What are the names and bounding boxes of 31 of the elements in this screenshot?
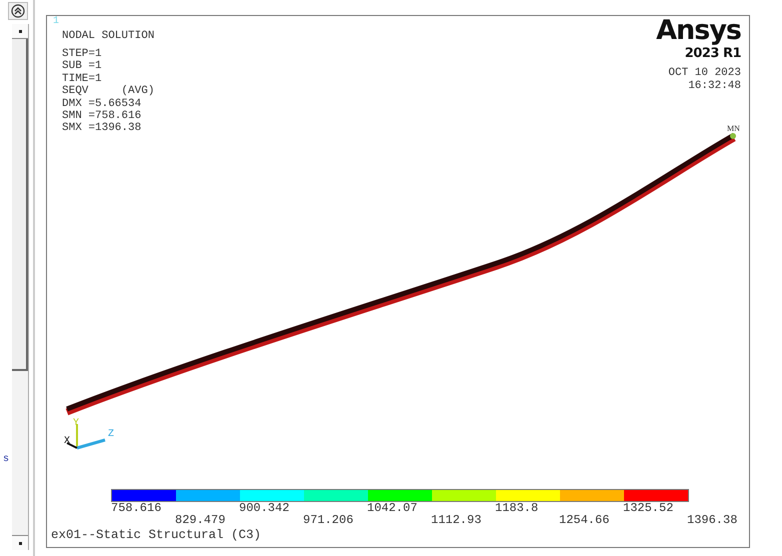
double-chevron-up-icon (11, 4, 25, 18)
scroll-down-button[interactable] (12, 535, 28, 550)
plot-time: 16:32:48 (688, 80, 741, 93)
collapse-button[interactable] (8, 2, 28, 20)
side-text: s (3, 454, 10, 465)
legend-value: 1254.66 (559, 514, 610, 526)
legend-value: 1396.38 (687, 514, 738, 526)
plot-date: OCT 10 2023 (668, 67, 741, 80)
result-info-line: DMX =5.66534 (62, 98, 142, 110)
legend-value: 1042.07 (367, 502, 418, 514)
result-info-line: SUB =1 (62, 60, 103, 73)
release-label: 2023 R1 (684, 46, 741, 61)
result-info-line: STEP=1 (62, 48, 103, 60)
node-label: MN (727, 124, 740, 133)
window-number: 1 (53, 16, 60, 28)
analysis-title: ex01--Static Structural (C3) (51, 528, 262, 542)
scroll-thumb[interactable] (12, 39, 28, 371)
result-info-line: SEQV (AVG) (62, 85, 154, 98)
brand-logo: Ansys (656, 16, 741, 46)
legend-value: 758.616 (111, 502, 162, 514)
legend-value: 1325.52 (623, 502, 674, 514)
legend-value: 1183.8 (495, 502, 540, 514)
result-info-line: SMX =1396.38 (62, 122, 142, 135)
plot-title: NODAL SOLUTION (62, 30, 154, 42)
result-info-line: TIME=1 (62, 72, 103, 86)
legend-value: 971.206 (303, 514, 354, 526)
legend-value: 900.342 (239, 502, 290, 514)
legend-value: 1112.93 (431, 514, 482, 526)
legend-value: 829.479 (175, 514, 226, 526)
result-info-line: SMN =758.616 (62, 110, 142, 122)
scroll-up-button[interactable] (12, 24, 28, 39)
